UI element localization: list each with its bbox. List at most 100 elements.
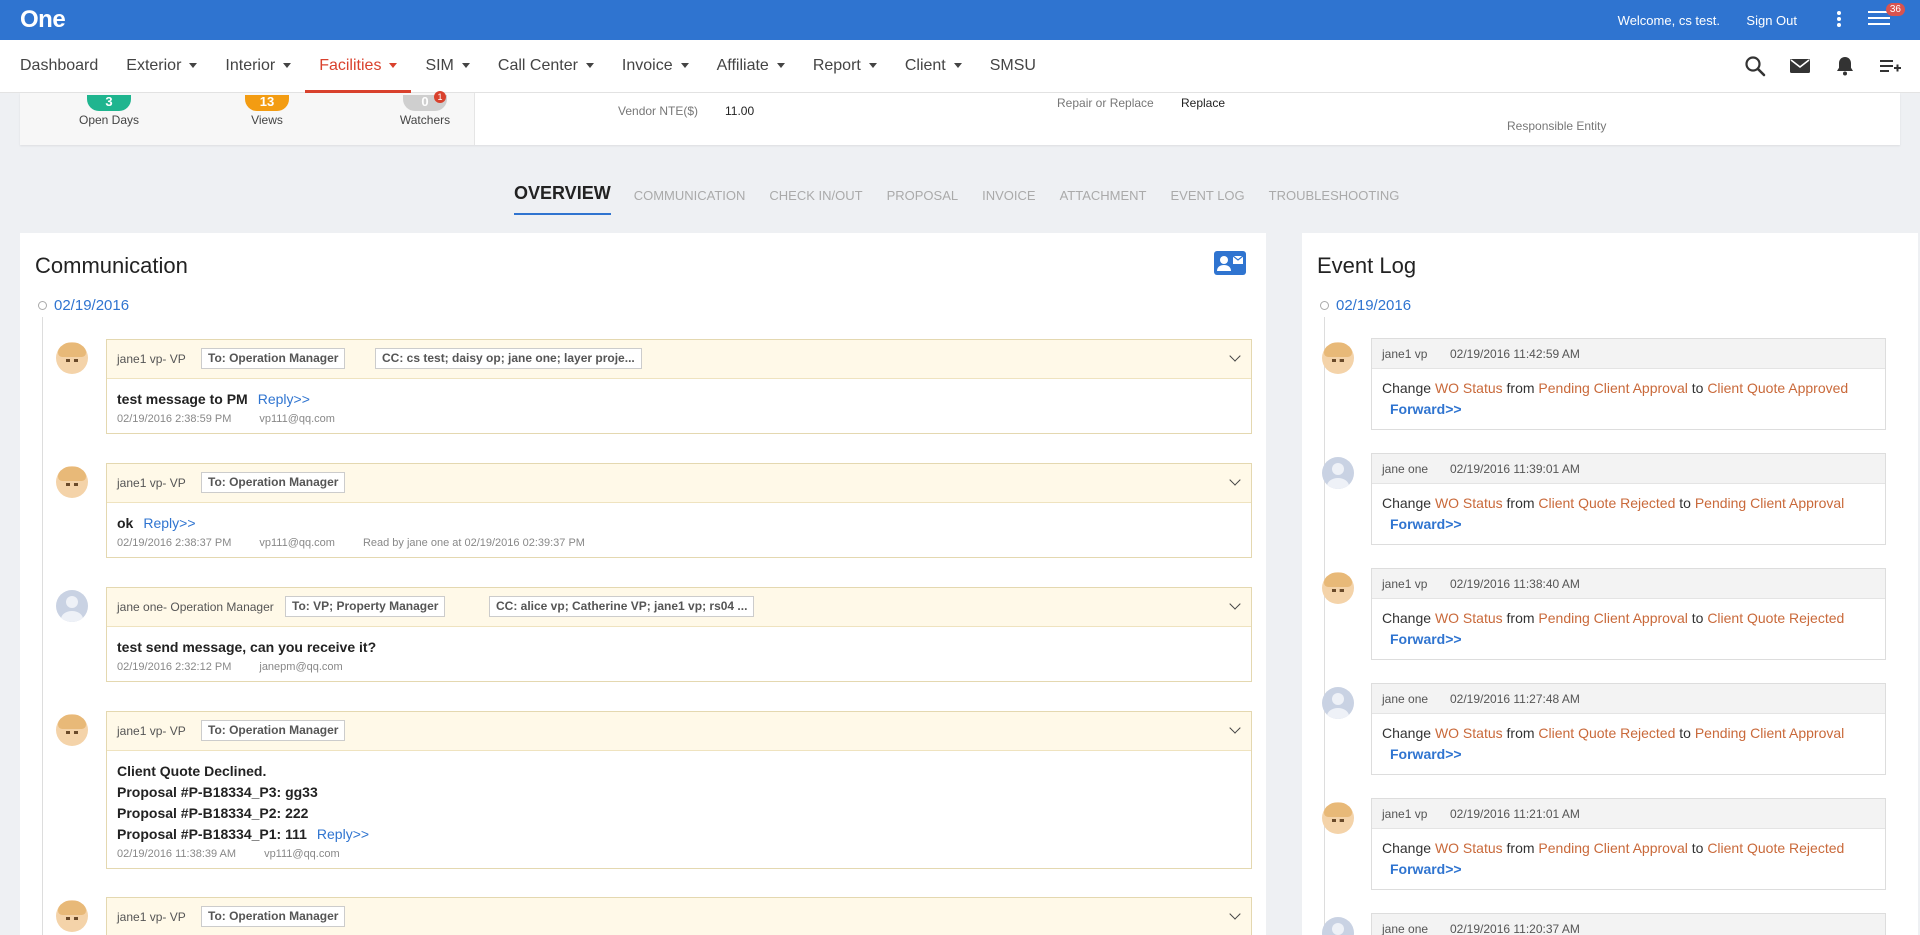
event-item: jane1 vp 02/19/2016 11:42:59 AM Change W…	[1371, 338, 1886, 430]
message-sender: jane1 vp- VP	[117, 476, 186, 490]
event-body: Change WO Status from Pending Client App…	[1372, 599, 1885, 659]
watchers-stat[interactable]: 0 1 Watchers	[380, 91, 470, 127]
message-email: janepm@qq.com	[259, 661, 343, 673]
message-sender: jane one- Operation Manager	[117, 600, 274, 614]
app-logo[interactable]: One	[20, 6, 66, 34]
tab-communication[interactable]: COMMUNICATION	[634, 186, 746, 218]
nav-invoice[interactable]: Invoice	[608, 40, 703, 93]
nav-sim[interactable]: SIM	[411, 40, 483, 93]
event-change-word: Change	[1382, 840, 1432, 856]
message-time: 02/19/2016 2:32:12 PM	[117, 661, 232, 673]
avatar	[56, 342, 88, 374]
event-from-word: from	[1506, 380, 1535, 396]
event-to-status: Pending Client Approval	[1694, 495, 1845, 511]
reply-link[interactable]: Reply>>	[258, 391, 310, 407]
tab-check-in-out[interactable]: CHECK IN/OUT	[769, 186, 862, 218]
contact-card-icon[interactable]	[1214, 251, 1246, 275]
message-time: 02/19/2016 2:38:59 PM	[117, 413, 232, 425]
views-label: Views	[251, 113, 283, 127]
chevron-down-icon[interactable]	[1229, 722, 1241, 734]
event-from-word: from	[1506, 610, 1535, 626]
nav-label: Facilities	[319, 57, 382, 74]
event-user: jane1 vp	[1382, 577, 1428, 591]
forward-link[interactable]: Forward>>	[1390, 516, 1462, 532]
event-from-status: Pending Client Approval	[1538, 840, 1688, 856]
event-time: 02/19/2016 11:38:40 AM	[1450, 577, 1580, 591]
event-field: WO Status	[1434, 725, 1503, 741]
event-user: jane1 vp	[1382, 807, 1428, 821]
message-email: vp111@qq.com	[259, 413, 335, 425]
forward-link[interactable]: Forward>>	[1390, 401, 1462, 417]
search-icon[interactable]	[1743, 54, 1767, 78]
nav-affiliate[interactable]: Affiliate	[703, 40, 799, 93]
chevron-down-icon[interactable]	[1229, 908, 1241, 920]
nav-facilities[interactable]: Facilities	[305, 40, 412, 93]
nav-exterior[interactable]: Exterior	[112, 40, 211, 93]
message-item: jane1 vp- VP To: Operation Manager ok Rep…	[106, 463, 1252, 558]
forward-link[interactable]: Forward>>	[1390, 861, 1462, 877]
nav-smsu[interactable]: SMSU	[976, 40, 1050, 93]
caret-down-icon	[776, 63, 785, 69]
chevron-down-icon[interactable]	[1229, 350, 1241, 362]
event-change-word: Change	[1382, 725, 1432, 741]
add-list-icon[interactable]	[1878, 54, 1902, 78]
avatar	[1322, 917, 1354, 935]
communication-title: Communication	[35, 253, 188, 278]
caret-down-icon	[680, 63, 689, 69]
reply-link[interactable]: Reply>>	[143, 515, 195, 531]
message-text-line: Proposal #P-B18334_P2: 222	[117, 805, 309, 821]
event-time: 02/19/2016 11:39:01 AM	[1450, 462, 1580, 476]
message-text: ok	[117, 515, 134, 531]
sign-out-link[interactable]: Sign Out	[1746, 13, 1797, 28]
nav-label: Affiliate	[716, 57, 769, 74]
menu-badge: 36	[1885, 3, 1905, 16]
message-item: jane1 vp- VP To: Operation Manager	[106, 897, 1252, 935]
message-to-chip: To: Operation Manager	[201, 720, 346, 741]
nav-interior[interactable]: Interior	[211, 40, 305, 93]
open-days-label: Open Days	[78, 113, 140, 127]
event-to-word: to	[1691, 380, 1704, 396]
nav-client[interactable]: Client	[891, 40, 976, 93]
tab-event-log[interactable]: EVENT LOG	[1170, 186, 1244, 218]
more-options-icon[interactable]	[1835, 9, 1843, 31]
message-sender: jane1 vp- VP	[117, 910, 186, 924]
chevron-down-icon[interactable]	[1229, 474, 1241, 486]
event-to-status: Client Quote Rejected	[1707, 610, 1845, 626]
main-nav: Dashboard Exterior Interior Facilities S…	[0, 40, 1920, 93]
forward-link[interactable]: Forward>>	[1390, 631, 1462, 647]
nav-label: Client	[904, 57, 946, 74]
event-item: jane one 02/19/2016 11:39:01 AM Change W…	[1371, 453, 1886, 545]
message-email: vp111@qq.com	[259, 537, 335, 549]
views-stat: 13 Views	[222, 93, 312, 127]
nav-report[interactable]: Report	[799, 40, 891, 93]
caret-down-icon	[283, 63, 292, 69]
nav-label: SMSU	[989, 57, 1036, 74]
repair-replace-label: Repair or Replace	[1057, 96, 1154, 110]
avatar	[1322, 572, 1354, 604]
event-item: jane one 02/19/2016 11:20:37 AM	[1371, 913, 1886, 935]
event-body: Change WO Status from Client Quote Rejec…	[1372, 714, 1885, 774]
work-order-summary: 3 Open Days 13 Views 0 1 Watchers Vendor…	[20, 91, 1900, 145]
message-sender: jane1 vp- VP	[117, 352, 186, 366]
forward-link[interactable]: Forward>>	[1390, 746, 1462, 762]
tab-overview[interactable]: OVERVIEW	[514, 183, 611, 215]
timeline-line	[42, 317, 43, 935]
chevron-down-icon[interactable]	[1229, 598, 1241, 610]
repair-replace-value: Replace	[1181, 96, 1226, 110]
bell-icon[interactable]	[1833, 54, 1857, 78]
nav-dashboard[interactable]: Dashboard	[20, 40, 112, 93]
tab-invoice[interactable]: INVOICE	[982, 186, 1035, 218]
message-cc-chip: CC: cs test; daisy op; jane one; layer p…	[375, 348, 642, 369]
tab-attachment[interactable]: ATTACHMENT	[1060, 186, 1147, 218]
nav-call-center[interactable]: Call Center	[484, 40, 608, 93]
mail-icon[interactable]	[1788, 54, 1812, 78]
message-read-status: Read by jane one at 02/19/2016 02:39:37 …	[362, 537, 585, 549]
message-time: 02/19/2016 2:38:37 PM	[117, 537, 232, 549]
event-field: WO Status	[1434, 610, 1503, 626]
event-log-panel: Event Log 02/19/2016 jane1 vp 02/19/2016…	[1302, 233, 1918, 935]
vendor-nte-label: Vendor NTE($)	[618, 104, 699, 118]
reply-link[interactable]: Reply>>	[317, 826, 369, 842]
tab-troubleshooting[interactable]: TROUBLESHOOTING	[1269, 186, 1400, 218]
tab-proposal[interactable]: PROPOSAL	[887, 186, 959, 218]
message-sender: jane1 vp- VP	[117, 724, 186, 738]
